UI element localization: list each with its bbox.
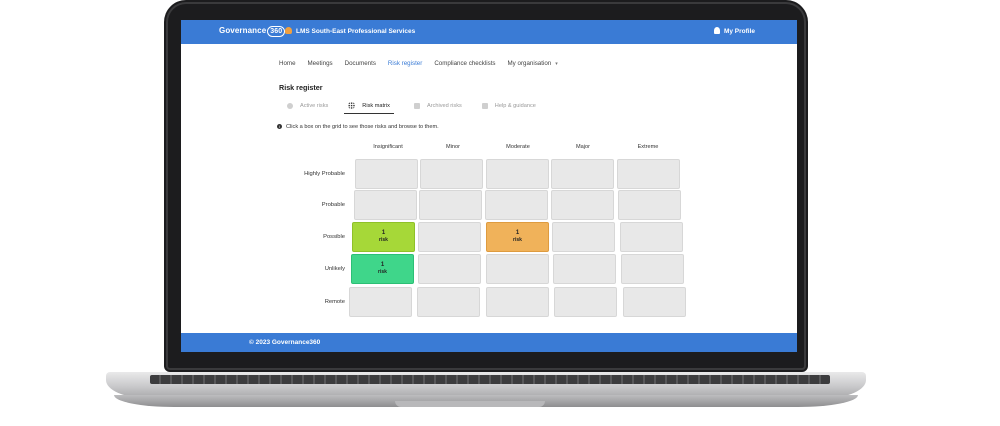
risk-count: 1	[380, 262, 385, 268]
info-message: i Click a box on the grid to see those ri…	[277, 124, 439, 130]
matrix-cell[interactable]	[618, 190, 681, 220]
row-header-highly-probable: Highly Probable	[304, 171, 345, 177]
copyright-text: © 2023 Governance360	[249, 339, 321, 346]
top-bar: Governance 360 LMS South-East Professiona…	[181, 20, 797, 44]
column-header-major: Major	[576, 144, 590, 150]
chevron-down-icon: ▾	[555, 61, 558, 67]
risk-count: 1	[515, 230, 520, 236]
page-title: Risk register	[279, 83, 323, 92]
organisation-name: LMS South-East Professional Services	[296, 28, 416, 35]
organisation-icon	[285, 27, 292, 34]
tab-label: Help & guidance	[494, 103, 536, 109]
risk-label: risk	[379, 237, 388, 243]
nav-risk-register[interactable]: Risk register	[388, 60, 422, 67]
grid-icon	[348, 102, 356, 109]
laptop-keyboard	[150, 375, 830, 384]
matrix-cell[interactable]	[551, 190, 614, 220]
app-screen: Governance 360 LMS South-East Professiona…	[181, 20, 797, 352]
matrix-cell[interactable]	[554, 287, 617, 317]
row-header-remote: Remote	[324, 299, 345, 305]
info-text: Click a box on the grid to see those ris…	[286, 124, 439, 130]
my-profile-label: My Profile	[723, 28, 755, 35]
matrix-cell[interactable]	[486, 287, 549, 317]
matrix-cell[interactable]	[354, 190, 417, 220]
nav-home[interactable]: Home	[279, 60, 296, 67]
row-header-possible: Possible	[323, 234, 345, 240]
tab-risk-matrix[interactable]: Risk matrix	[344, 102, 394, 114]
nav-meetings[interactable]: Meetings	[308, 60, 333, 67]
matrix-cell-possible-insignificant[interactable]: 1 risk	[352, 222, 415, 252]
brand-logo[interactable]: Governance 360	[219, 26, 286, 37]
column-header-moderate: Moderate	[506, 144, 530, 150]
column-header-extreme: Extreme	[637, 144, 659, 150]
matrix-cell[interactable]	[486, 159, 549, 189]
column-header-minor: Minor	[446, 144, 460, 150]
tab-help-guidance[interactable]: Help & guidance	[481, 102, 536, 114]
nav-my-organisation[interactable]: My organisation ▾	[508, 60, 558, 67]
nav-documents[interactable]: Documents	[345, 60, 376, 67]
matrix-cell[interactable]	[419, 190, 482, 220]
info-icon: i	[277, 124, 282, 129]
brand-badge: 360	[267, 26, 286, 37]
matrix-cell[interactable]	[485, 190, 548, 220]
tab-label: Active risks	[300, 103, 329, 109]
matrix-cell[interactable]	[418, 222, 481, 252]
tab-label: Risk matrix	[362, 102, 390, 109]
row-header-unlikely: Unlikely	[324, 266, 345, 272]
tab-archived-risks[interactable]: Archived risks	[413, 102, 462, 114]
matrix-cell[interactable]	[620, 222, 683, 252]
main-nav: Home Meetings Documents Risk register Co…	[279, 60, 558, 67]
matrix-cell[interactable]	[420, 159, 483, 189]
footer: © 2023 Governance360	[181, 333, 797, 352]
matrix-cell-unlikely-insignificant[interactable]: 1 risk	[351, 254, 414, 284]
matrix-cell[interactable]	[621, 254, 684, 284]
matrix-cell[interactable]	[617, 159, 680, 189]
subtab-bar: Active risks Risk matrix Archived risks …	[287, 102, 556, 114]
user-icon	[713, 27, 720, 34]
matrix-cell[interactable]	[349, 287, 412, 317]
risk-count: 1	[381, 230, 386, 236]
matrix-cell[interactable]	[552, 222, 615, 252]
matrix-cell[interactable]	[553, 254, 616, 284]
risk-label: risk	[378, 269, 387, 275]
my-profile-link[interactable]: My Profile	[713, 27, 755, 35]
tab-label: Archived risks	[426, 103, 462, 109]
nav-my-organisation-label: My organisation	[507, 60, 552, 67]
matrix-cell[interactable]	[486, 254, 549, 284]
matrix-cell-possible-moderate[interactable]: 1 risk	[486, 222, 549, 252]
nav-compliance-checklists[interactable]: Compliance checklists	[434, 60, 495, 67]
matrix-cell[interactable]	[418, 254, 481, 284]
matrix-cell[interactable]	[551, 159, 614, 189]
tab-active-risks[interactable]: Active risks	[287, 102, 328, 114]
organisation-selector[interactable]: LMS South-East Professional Services	[285, 27, 415, 35]
matrix-cell[interactable]	[623, 287, 686, 317]
brand-name: Governance	[219, 26, 267, 35]
matrix-cell[interactable]	[417, 287, 480, 317]
risk-label: risk	[513, 237, 522, 243]
row-header-probable: Probable	[321, 202, 345, 208]
laptop-notch	[395, 401, 545, 407]
document-icon	[481, 103, 488, 109]
archive-icon	[413, 103, 420, 109]
matrix-cell[interactable]	[355, 159, 418, 189]
column-header-insignificant: Insignificant	[373, 144, 403, 150]
alert-icon	[287, 103, 293, 109]
